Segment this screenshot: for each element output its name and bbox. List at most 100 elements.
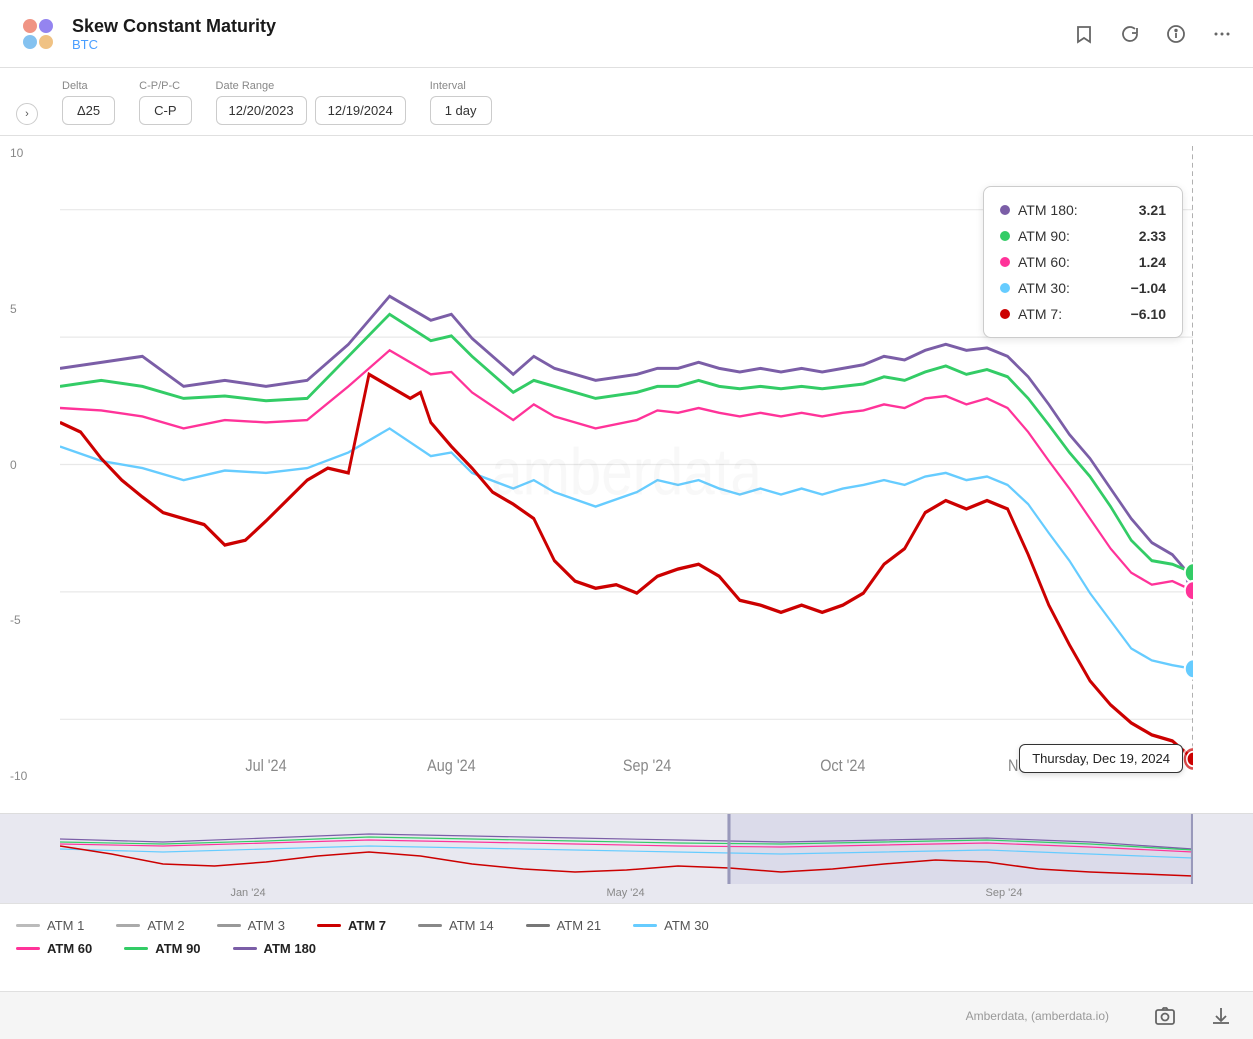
attribution-text: Amberdata, (amberdata.io) xyxy=(966,1009,1109,1023)
tooltip-label-atm60: ATM 60: xyxy=(1018,254,1131,270)
y-label-10: 10 xyxy=(10,146,27,160)
tooltip-box: ATM 180: 3.21 ATM 90: 2.33 ATM 60: 1.24 … xyxy=(983,186,1183,338)
date-range-control: Date Range 12/20/2023 12/19/2024 xyxy=(216,80,406,125)
legend-line-atm21 xyxy=(526,924,550,927)
legend-label-atm180: ATM 180 xyxy=(264,941,317,956)
cp-label: C-P/P-C xyxy=(139,80,191,92)
interval-control: Interval 1 day xyxy=(430,80,492,125)
y-axis-labels: 10 5 0 -5 -10 xyxy=(10,146,27,783)
tooltip-date: Thursday, Dec 19, 2024 xyxy=(1019,744,1183,773)
tooltip-atm180: ATM 180: 3.21 xyxy=(1000,197,1166,223)
y-label-5: 5 xyxy=(10,302,27,316)
legend-atm3: ATM 3 xyxy=(217,918,285,933)
legend-label-atm1: ATM 1 xyxy=(47,918,84,933)
chart-area: 10 5 0 -5 -10 xyxy=(0,136,1253,1039)
minimap-labels: Jan '24 May '24 Sep '24 xyxy=(0,887,1253,899)
legend-atm14: ATM 14 xyxy=(418,918,494,933)
date-end-input[interactable]: 12/19/2024 xyxy=(315,96,406,125)
tooltip-label-atm7: ATM 7: xyxy=(1018,306,1123,322)
tooltip-dot-atm7 xyxy=(1000,309,1010,319)
tooltip-value-atm7: −6.10 xyxy=(1131,306,1166,322)
tooltip-dot-atm90 xyxy=(1000,231,1010,241)
y-label-neg5: -5 xyxy=(10,613,27,627)
legend-line-atm1 xyxy=(16,924,40,927)
title-actions xyxy=(1069,19,1237,49)
legend-line-atm2 xyxy=(116,924,140,927)
cp-button[interactable]: C-P xyxy=(139,96,191,125)
tooltip-atm60: ATM 60: 1.24 xyxy=(1000,249,1166,275)
legend-label-atm7: ATM 7 xyxy=(348,918,386,933)
legend-atm7: ATM 7 xyxy=(317,918,386,933)
bottom-bar: Amberdata, (amberdata.io) xyxy=(0,991,1253,1039)
legend-atm180: ATM 180 xyxy=(233,941,317,956)
legend-label-atm90: ATM 90 xyxy=(155,941,200,956)
tooltip-dot-atm30 xyxy=(1000,283,1010,293)
main-chart: 10 5 0 -5 -10 xyxy=(0,136,1253,813)
more-button[interactable] xyxy=(1207,19,1237,49)
logo-icon xyxy=(16,12,60,56)
interval-button[interactable]: 1 day xyxy=(430,96,492,125)
controls-bar: › Delta Δ25 C-P/P-C C-P Date Range 12/20… xyxy=(0,68,1253,136)
legend-label-atm2: ATM 2 xyxy=(147,918,184,933)
legend-atm30: ATM 30 xyxy=(633,918,709,933)
bottom-actions xyxy=(1149,1000,1237,1032)
legend-line-atm180 xyxy=(233,947,257,950)
legend-label-atm14: ATM 14 xyxy=(449,918,494,933)
bookmark-button[interactable] xyxy=(1069,19,1099,49)
legend-area: ATM 1 ATM 2 ATM 3 ATM 7 ATM 14 xyxy=(0,903,1253,991)
delta-control: Delta Δ25 xyxy=(62,80,115,125)
app-container: Skew Constant Maturity BTC › Delta Δ25 xyxy=(0,0,1253,1039)
minimap-area[interactable]: Jan '24 May '24 Sep '24 xyxy=(0,813,1253,903)
tooltip-date-text: Thursday, Dec 19, 2024 xyxy=(1032,751,1170,766)
legend-line-atm14 xyxy=(418,924,442,927)
y-label-0: 0 xyxy=(10,458,27,472)
tooltip-label-atm180: ATM 180: xyxy=(1018,202,1131,218)
legend-label-atm3: ATM 3 xyxy=(248,918,285,933)
asset-subtitle: BTC xyxy=(72,37,276,52)
tooltip-atm90: ATM 90: 2.33 xyxy=(1000,223,1166,249)
legend-atm90: ATM 90 xyxy=(124,941,200,956)
legend-line-atm30 xyxy=(633,924,657,927)
refresh-button[interactable] xyxy=(1115,19,1145,49)
tooltip-atm30: ATM 30: −1.04 xyxy=(1000,275,1166,301)
legend-line-atm90 xyxy=(124,947,148,950)
svg-text:Aug '24: Aug '24 xyxy=(427,757,476,775)
title-left: Skew Constant Maturity BTC xyxy=(16,12,276,56)
minimap-label-jan: Jan '24 xyxy=(230,887,265,899)
legend-atm2: ATM 2 xyxy=(116,918,184,933)
date-range-inputs: 12/20/2023 12/19/2024 xyxy=(216,96,406,125)
y-label-neg10: -10 xyxy=(10,769,27,783)
legend-line-atm7 xyxy=(317,924,341,927)
tooltip-value-atm90: 2.33 xyxy=(1139,228,1166,244)
delta-label: Delta xyxy=(62,80,115,92)
date-start-input[interactable]: 12/20/2023 xyxy=(216,96,307,125)
legend-row-1: ATM 1 ATM 2 ATM 3 ATM 7 ATM 14 xyxy=(16,918,1237,933)
date-range-label: Date Range xyxy=(216,80,406,92)
interval-label: Interval xyxy=(430,80,492,92)
screenshot-button[interactable] xyxy=(1149,1000,1181,1032)
tooltip-value-atm30: −1.04 xyxy=(1131,280,1166,296)
legend-row-2: ATM 60 ATM 90 ATM 180 xyxy=(16,941,1237,956)
tooltip-dot-atm60 xyxy=(1000,257,1010,267)
tooltip-atm7: ATM 7: −6.10 xyxy=(1000,301,1166,327)
tooltip-label-atm30: ATM 30: xyxy=(1018,280,1123,296)
tooltip-value-atm180: 3.21 xyxy=(1139,202,1166,218)
svg-text:Sep '24: Sep '24 xyxy=(623,757,672,775)
legend-label-atm21: ATM 21 xyxy=(557,918,602,933)
svg-text:amberdata: amberdata xyxy=(491,435,762,509)
tooltip-label-atm90: ATM 90: xyxy=(1018,228,1131,244)
legend-label-atm30: ATM 30 xyxy=(664,918,709,933)
delta-button[interactable]: Δ25 xyxy=(62,96,115,125)
minimap-label-sep: Sep '24 xyxy=(986,887,1023,899)
info-button[interactable] xyxy=(1161,19,1191,49)
minimap-label-may: May '24 xyxy=(606,887,644,899)
legend-line-atm3 xyxy=(217,924,241,927)
legend-atm21: ATM 21 xyxy=(526,918,602,933)
tooltip-dot-atm180 xyxy=(1000,205,1010,215)
legend-atm60: ATM 60 xyxy=(16,941,92,956)
download-button[interactable] xyxy=(1205,1000,1237,1032)
collapse-sidebar-button[interactable]: › xyxy=(16,103,38,125)
legend-line-atm60 xyxy=(16,947,40,950)
title-text: Skew Constant Maturity BTC xyxy=(72,16,276,52)
page-title: Skew Constant Maturity xyxy=(72,16,276,37)
